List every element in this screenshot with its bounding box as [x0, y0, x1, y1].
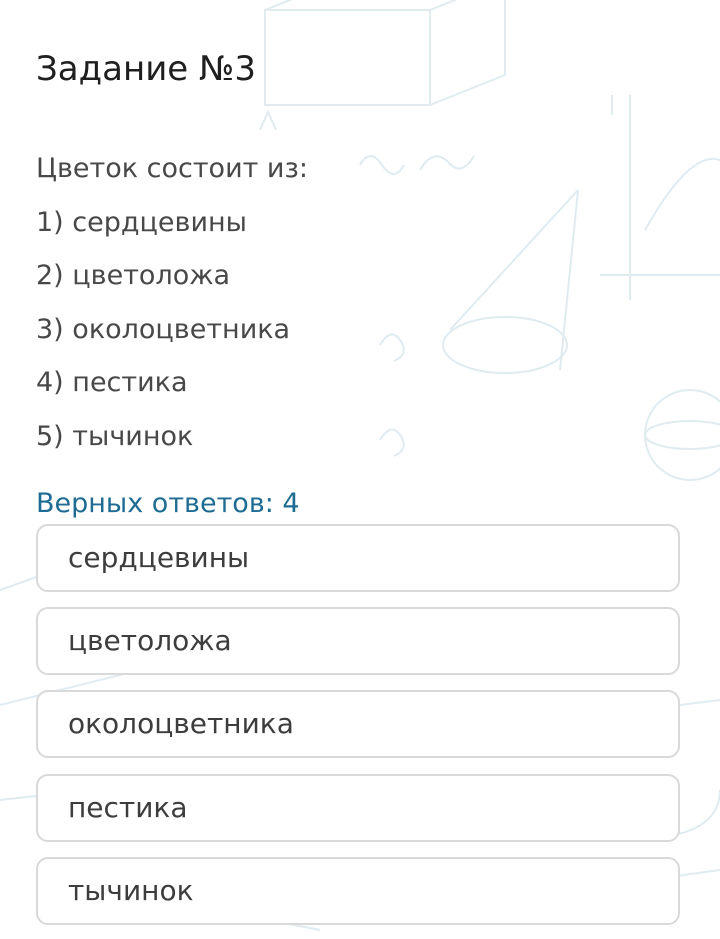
- answer-option[interactable]: цветоложа: [36, 607, 680, 675]
- answer-option-label: пестика: [68, 791, 188, 824]
- task-title: Задание №3: [36, 49, 257, 89]
- correct-answers-count: Верных ответов: 4: [36, 488, 300, 519]
- answer-option[interactable]: пестика: [36, 774, 680, 842]
- answer-option-label: цветоложа: [68, 624, 232, 657]
- question-item: 1) сердцевины: [36, 206, 247, 238]
- task-page: Задание №3 Цветок состоит из: 1) сердцев…: [0, 0, 720, 939]
- answer-option[interactable]: околоцветника: [36, 690, 680, 758]
- answer-option-label: околоцветника: [68, 707, 294, 740]
- question-item: 4) пестика: [36, 367, 188, 398]
- answer-option-label: сердцевины: [68, 541, 250, 574]
- question-text: Цветок состоит из: 1) сердцевины 2) цвет…: [36, 146, 676, 467]
- answer-option[interactable]: тычинок: [36, 857, 680, 925]
- question-item: 2) цветоложа: [36, 260, 231, 291]
- question-item: 3) околоцветника: [36, 313, 291, 345]
- answer-option-label: тычинок: [68, 874, 194, 907]
- question-item: 5) тычинок: [36, 420, 194, 452]
- question-prompt: Цветок состоит из:: [36, 153, 308, 184]
- answer-option[interactable]: сердцевины: [36, 524, 680, 592]
